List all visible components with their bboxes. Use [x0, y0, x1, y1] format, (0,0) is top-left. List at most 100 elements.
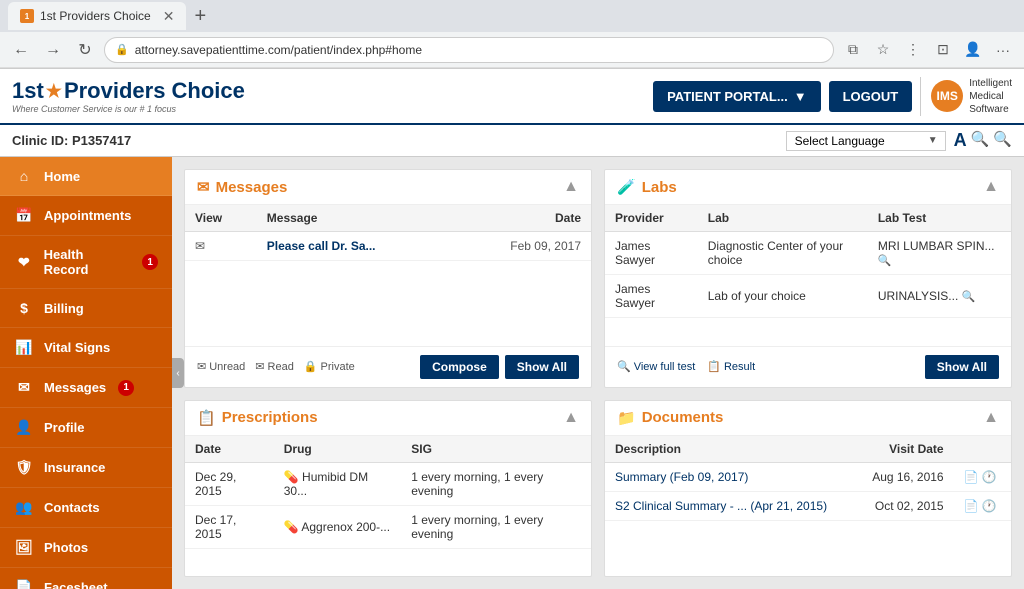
sidebar-item-insurance[interactable]: 🛡 Insurance [0, 448, 172, 488]
labs-card-footer: 🔍 View full test 📋 Result Show All [605, 346, 1011, 387]
doc-clock-icon-1[interactable]: 🕐 [982, 470, 997, 484]
sidebar-item-facesheet[interactable]: 📄 Facesheet [0, 568, 172, 589]
lab-search-icon-2[interactable]: 🔍 [962, 291, 976, 303]
msg-date: Feb 09, 2017 [453, 232, 591, 261]
labs-show-all-btn[interactable]: Show All [925, 355, 999, 379]
ims-icon: IMS [931, 80, 963, 112]
sidebar-label-messages: Messages [44, 380, 106, 395]
sidebar-item-home[interactable]: ⌂ Home [0, 157, 172, 196]
labs-title-icon: 🧪 [617, 178, 636, 196]
address-bar[interactable]: 🔒 attorney.savepatienttime.com/patient/i… [104, 37, 834, 63]
patient-portal-btn[interactable]: PATIENT PORTAL... ▼ [653, 81, 820, 112]
sidebar-item-contacts[interactable]: 👥 Contacts [0, 488, 172, 528]
read-icon: ✉ [255, 360, 264, 373]
lab-lab-2: Lab of your choice [698, 275, 868, 318]
rx-drug-1: 💊 Humibid DM 30... [274, 462, 401, 505]
active-tab[interactable]: 1 1st Providers Choice ✕ [8, 2, 186, 30]
documents-title-text: Documents [642, 409, 724, 426]
doc-file-icon-1[interactable]: 📄 [964, 470, 979, 484]
url-text: attorney.savepatienttime.com/patient/ind… [135, 43, 422, 57]
doc-col-actions [954, 436, 1011, 463]
appointments-icon: 📅 [14, 207, 34, 224]
labs-collapse-btn[interactable]: ▲ [983, 178, 999, 196]
labs-footer-links: 🔍 View full test 📋 Result [617, 360, 755, 373]
rx-drug-2: 💊 Aggrenox 200-... [274, 505, 401, 548]
logo-text-1: 1st [12, 78, 44, 104]
sidebar-label-vital-signs: Vital Signs [44, 340, 110, 355]
language-select[interactable]: Select Language [786, 131, 946, 151]
back-btn[interactable]: ← [8, 37, 34, 63]
browser-nav-icons: ⧉ ☆ ⋮ ⊡ 👤 ··· [840, 37, 1016, 63]
star-icon[interactable]: ☆ [870, 37, 896, 63]
sidebar-collapse-btn[interactable]: ‹ [172, 358, 184, 388]
messages-table: View Message Date ✉ Please call Dr. Sa..… [185, 205, 591, 261]
labs-table: Provider Lab Lab Test James Sawyer Diagn… [605, 205, 1011, 318]
search-icon-2[interactable]: 🔍 [993, 130, 1012, 151]
table-row: Dec 29, 2015 💊 Humibid DM 30... 1 every … [185, 462, 591, 505]
menu-icon[interactable]: ⋮ [900, 37, 926, 63]
private-label: Private [321, 361, 355, 373]
compose-btn[interactable]: Compose [420, 355, 499, 379]
doc-file-icon-2[interactable]: 📄 [964, 499, 979, 513]
health-record-icon: ❤ [14, 254, 34, 271]
logout-btn[interactable]: LOGOUT [829, 81, 913, 112]
font-large-icon[interactable]: A [954, 130, 967, 151]
labs-col-provider: Provider [605, 205, 698, 232]
search-icon[interactable]: 🔍 [971, 130, 990, 151]
msg-col-message: Message [257, 205, 453, 232]
messages-show-all-btn[interactable]: Show All [505, 355, 579, 379]
profile-icon[interactable]: 👤 [960, 37, 986, 63]
reload-btn[interactable]: ↻ [72, 37, 98, 63]
forward-btn[interactable]: → [40, 37, 66, 63]
prescriptions-title-text: Prescriptions [222, 409, 318, 426]
facesheet-icon: 📄 [14, 579, 34, 589]
doc-col-description: Description [605, 436, 855, 463]
labs-col-lab: Lab [698, 205, 868, 232]
sidebar-item-vital-signs[interactable]: 📊 Vital Signs [0, 328, 172, 368]
table-row: James Sawyer Lab of your choice URINALYS… [605, 275, 1011, 318]
rx-date-1: Dec 29, 2015 [185, 462, 274, 505]
documents-collapse-btn[interactable]: ▲ [983, 409, 999, 427]
browser-chrome: 1 1st Providers Choice ✕ + ← → ↻ 🔒 attor… [0, 0, 1024, 69]
documents-card-title: 📁 Documents [617, 409, 723, 427]
sidebar-item-profile[interactable]: 👤 Profile [0, 408, 172, 448]
prescriptions-collapse-btn[interactable]: ▲ [563, 409, 579, 427]
sidebar-item-appointments[interactable]: 📅 Appointments [0, 196, 172, 236]
result-link[interactable]: 📋 Result [707, 360, 755, 373]
ims-logo: IMS Intelligent Medical Software [920, 77, 1012, 116]
messages-collapse-btn[interactable]: ▲ [563, 178, 579, 196]
rx-drug-icon-1: 💊 [284, 470, 299, 484]
sidebar-item-billing[interactable]: $ Billing [0, 289, 172, 328]
more-icon[interactable]: ··· [990, 37, 1016, 63]
logo-star-icon: ★ [46, 81, 62, 102]
private-icon: 🔒 [304, 360, 318, 373]
billing-icon: $ [14, 300, 34, 316]
messages-card-body: View Message Date ✉ Please call Dr. Sa..… [185, 205, 591, 346]
tab-close-btn[interactable]: ✕ [163, 8, 175, 25]
new-tab-btn[interactable]: + [194, 5, 206, 28]
prescriptions-card: 📋 Prescriptions ▲ Date Drug SIG [184, 400, 592, 578]
messages-card-title: ✉ Messages [197, 178, 287, 196]
bookmarks-icon[interactable]: ⧉ [840, 37, 866, 63]
doc-clock-icon-2[interactable]: 🕐 [982, 499, 997, 513]
contacts-icon: 👥 [14, 499, 34, 516]
table-row: ✉ Please call Dr. Sa... Feb 09, 2017 [185, 232, 591, 261]
msg-col-view: View [185, 205, 257, 232]
labs-card: 🧪 Labs ▲ Provider Lab Lab Test [604, 169, 1012, 388]
view-full-test-link[interactable]: 🔍 View full test [617, 360, 695, 373]
sidebar: ⌂ Home 📅 Appointments ❤ Health Record 1 … [0, 157, 172, 589]
tab-favicon: 1 [20, 9, 34, 23]
sidebar-item-health-record[interactable]: ❤ Health Record 1 [0, 236, 172, 289]
top-header: 1st ★ Providers Choice Where Customer Se… [0, 69, 1024, 125]
prescriptions-card-body: Date Drug SIG Dec 29, 2015 💊 Humibid DM … [185, 436, 591, 577]
sidebar-item-messages[interactable]: ✉ Messages 1 [0, 368, 172, 408]
sidebar-item-photos[interactable]: 🖼 Photos [0, 528, 172, 568]
lab-search-icon-1[interactable]: 🔍 [878, 255, 892, 267]
clinic-id: Clinic ID: P1357417 [12, 133, 131, 148]
cast-icon[interactable]: ⊡ [930, 37, 956, 63]
msg-link[interactable]: Please call Dr. Sa... [257, 232, 453, 261]
labs-col-test: Lab Test [868, 205, 1011, 232]
photos-icon: 🖼 [14, 539, 34, 556]
logo-area: 1st ★ Providers Choice Where Customer Se… [12, 78, 245, 114]
prescriptions-title-icon: 📋 [197, 409, 216, 427]
